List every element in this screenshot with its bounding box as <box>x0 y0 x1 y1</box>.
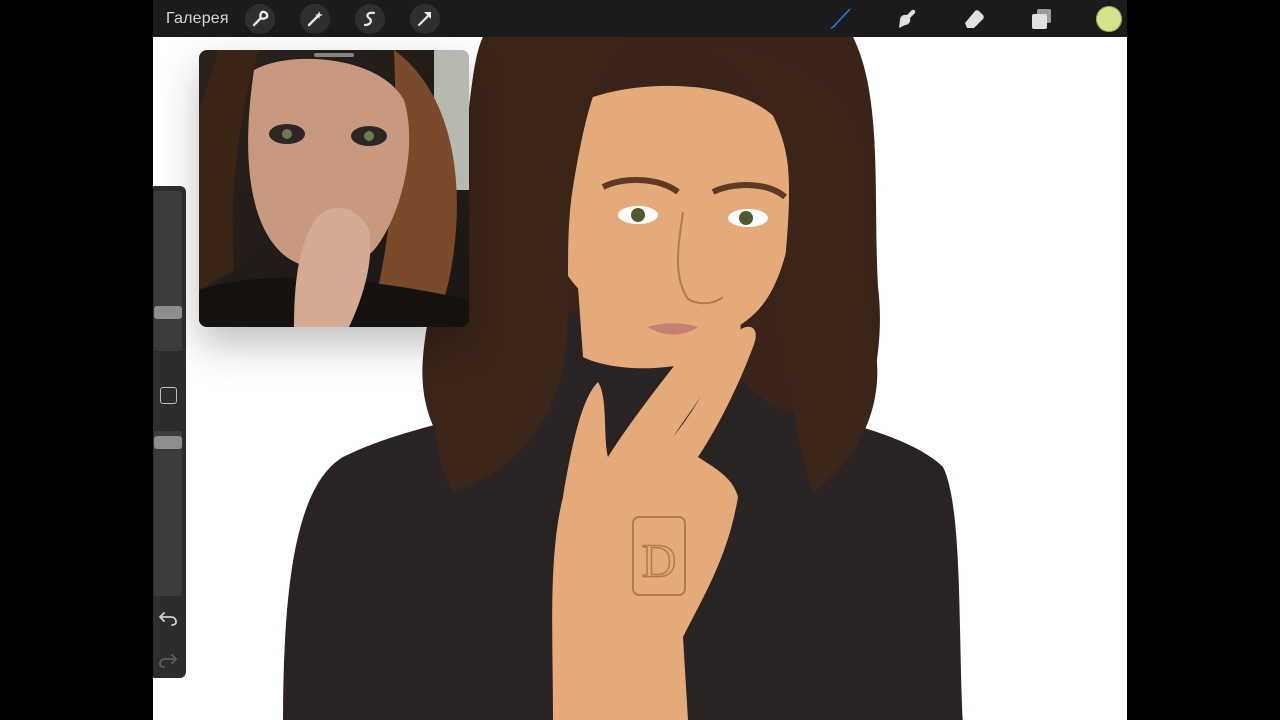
undo-icon[interactable] <box>159 610 177 631</box>
reference-window[interactable] <box>199 50 469 327</box>
left-sidebar <box>153 186 186 678</box>
pendant-letter: D <box>642 535 677 588</box>
brush-size-slider[interactable] <box>154 191 182 351</box>
selection-icon[interactable] <box>354 3 385 34</box>
brush-icon[interactable] <box>825 4 855 34</box>
color-picker-swatch[interactable] <box>1096 5 1122 32</box>
opacity-thumb[interactable] <box>154 436 182 449</box>
layers-icon[interactable] <box>1026 4 1056 34</box>
brush-size-thumb[interactable] <box>154 306 182 319</box>
eraser-icon[interactable] <box>959 4 989 34</box>
modify-square-icon[interactable] <box>160 387 177 404</box>
arrow-transform-icon[interactable] <box>409 3 440 34</box>
top-toolbar: Галерея <box>153 0 1127 37</box>
wrench-icon[interactable] <box>244 3 275 34</box>
gallery-button[interactable]: Галерея <box>166 10 229 28</box>
magic-wand-icon[interactable] <box>299 3 330 34</box>
opacity-slider[interactable] <box>154 431 182 596</box>
reference-drag-handle[interactable] <box>314 53 354 57</box>
reference-photo <box>199 50 469 327</box>
right-tool-group <box>788 0 1127 37</box>
smudge-icon[interactable] <box>892 4 922 34</box>
redo-icon[interactable] <box>159 652 177 673</box>
